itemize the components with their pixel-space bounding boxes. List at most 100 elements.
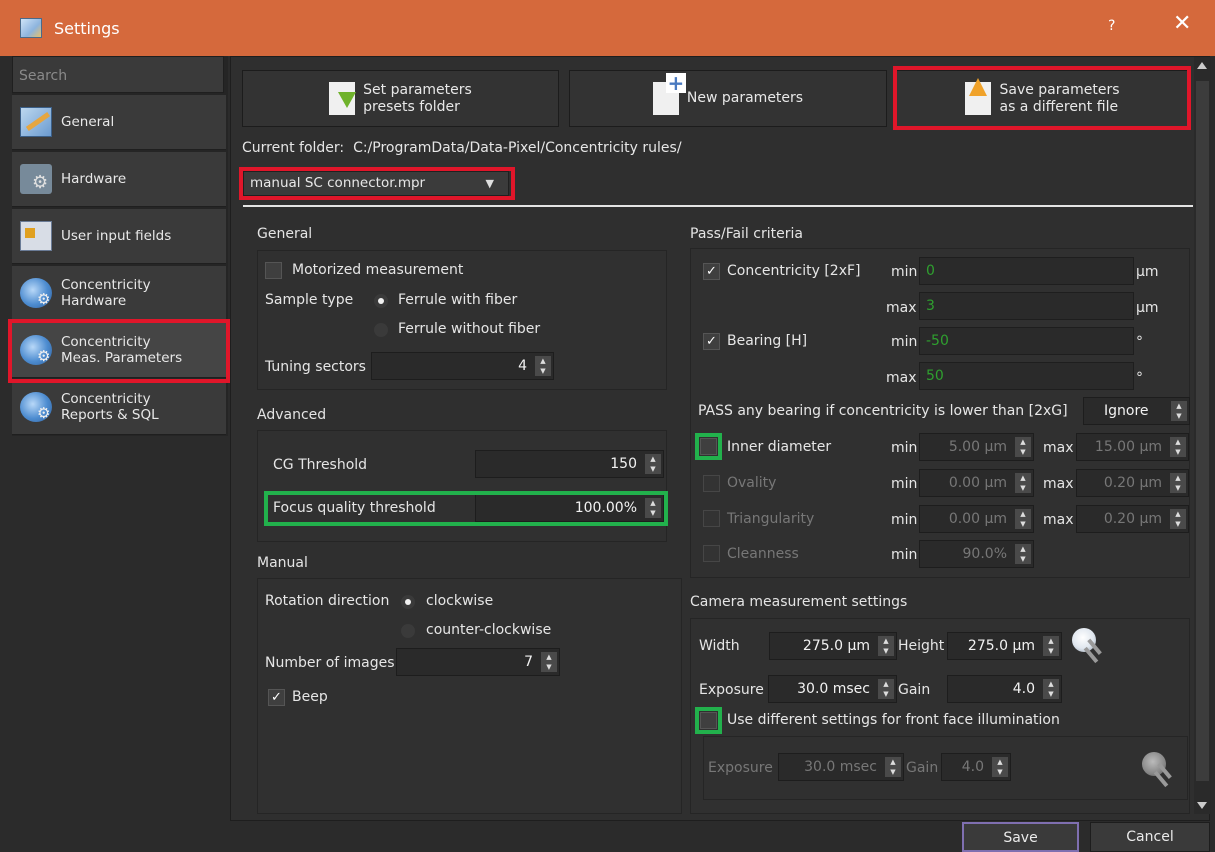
concentricity-checkbox[interactable]: ✓ — [703, 263, 720, 280]
bearing-checkbox[interactable]: ✓ — [703, 333, 720, 350]
front-face-illumination-label: Use different settings for front face il… — [727, 712, 1060, 728]
ovality-label: Ovality — [727, 475, 777, 491]
beep-checkbox[interactable]: ✓ — [268, 689, 285, 706]
triangularity-max-label: max — [1043, 512, 1074, 528]
motorized-measurement-label: Motorized measurement — [292, 262, 464, 278]
concentricity-min-input[interactable]: 0 — [919, 257, 1134, 285]
bearing-max-label: max — [886, 370, 917, 386]
motorized-measurement-checkbox[interactable] — [265, 262, 282, 279]
triangularity-max-spinbox[interactable]: 0.20 µm — [1076, 505, 1189, 533]
height-spinbox[interactable]: 275.0 µm — [947, 632, 1062, 660]
inner-diameter-min-spinbox[interactable]: 5.00 µm — [919, 433, 1034, 461]
width-spinbox[interactable]: 275.0 µm — [769, 632, 897, 660]
highlight-box-active-item — [8, 319, 230, 383]
led-light-icon — [1068, 626, 1108, 666]
section-title-camera: Camera measurement settings — [690, 594, 908, 610]
inner-diameter-max-spinbox[interactable]: 15.00 µm — [1076, 433, 1189, 461]
folder-download-icon — [329, 82, 357, 115]
ovality-checkbox[interactable] — [703, 475, 720, 492]
new-parameters-button[interactable]: New parameters — [569, 70, 887, 127]
bearing-label: Bearing [H] — [727, 333, 808, 349]
settings-app-icon — [20, 18, 42, 38]
gain-label: Gain — [898, 682, 931, 698]
current-folder-path: C:/ProgramData/Data-Pixel/Concentricity … — [353, 140, 682, 156]
cg-threshold-label: CG Threshold — [273, 457, 368, 473]
clockwise-label: clockwise — [426, 593, 494, 609]
ff-gain-spinbox[interactable]: 4.0 — [941, 753, 1011, 781]
vertical-scrollbar[interactable] — [1194, 57, 1211, 814]
bearing-min-label: min — [891, 334, 918, 350]
section-title-general: General — [257, 226, 313, 242]
pass-any-bearing-spinbox[interactable]: Ignore — [1083, 397, 1190, 425]
hardware-gear-icon — [20, 164, 52, 194]
ovality-max-label: max — [1043, 476, 1074, 492]
triangularity-checkbox[interactable] — [703, 510, 720, 527]
ferrule-with-fiber-label: Ferrule with fiber — [398, 292, 518, 308]
cleanness-min-spinbox[interactable]: 90.0% — [919, 540, 1034, 568]
section-title-advanced: Advanced — [257, 407, 327, 423]
inner-diameter-min-label: min — [891, 440, 918, 456]
close-button[interactable]: ✕ — [1173, 13, 1191, 35]
sidebar-item-concentricity-hardware[interactable]: Concentricity Hardware — [12, 266, 226, 321]
concentricity-icon — [20, 278, 52, 308]
section-title-manual: Manual — [257, 555, 308, 571]
sidebar-item-hardware[interactable]: Hardware — [12, 152, 226, 207]
ff-exposure-spinbox[interactable]: 30.0 msec — [778, 753, 904, 781]
tuning-sectors-label: Tuning sectors — [265, 359, 366, 375]
sidebar-item-concentricity-reports-sql[interactable]: Concentricity Reports & SQL — [12, 380, 226, 435]
set-presets-folder-button[interactable]: Set parameters presets folder — [242, 70, 559, 127]
title-bar: Settings ? ✕ — [0, 0, 1215, 56]
inner-diameter-label: Inner diameter — [727, 439, 832, 455]
rotation-direction-label: Rotation direction — [265, 593, 390, 609]
save-button[interactable]: Save — [962, 822, 1079, 852]
sidebar-item-label: General — [61, 114, 115, 130]
number-of-images-spinbox[interactable]: 7 — [396, 648, 560, 676]
cancel-button[interactable]: Cancel — [1090, 822, 1210, 852]
scroll-down-icon[interactable] — [1197, 802, 1207, 809]
radio-clockwise[interactable] — [401, 595, 415, 609]
help-button[interactable]: ? — [1108, 18, 1115, 34]
triangularity-min-label: min — [891, 512, 918, 528]
section-title-pass-fail: Pass/Fail criteria — [690, 226, 803, 242]
highlight-box-inner-diameter — [695, 433, 722, 460]
tuning-sectors-spinbox[interactable]: 4 — [371, 352, 554, 380]
beep-label: Beep — [292, 689, 328, 705]
bearing-max-unit: ° — [1136, 370, 1143, 386]
inner-diameter-max-label: max — [1043, 440, 1074, 456]
sidebar-item-label: User input fields — [61, 228, 172, 244]
exposure-spinbox[interactable]: 30.0 msec — [768, 675, 897, 703]
width-label: Width — [699, 638, 740, 654]
radio-ferrule-without-fiber[interactable] — [374, 323, 388, 337]
cleanness-label: Cleanness — [727, 546, 799, 562]
scroll-thumb[interactable] — [1196, 81, 1209, 781]
highlight-box-save-as — [893, 66, 1191, 130]
concentricity-icon — [20, 392, 52, 422]
height-label: Height — [898, 638, 945, 654]
radio-ferrule-with-fiber[interactable] — [374, 294, 388, 308]
bearing-min-input[interactable]: -50 — [919, 327, 1134, 355]
highlight-box-preset-file — [239, 167, 515, 200]
new-parameters-label: New parameters — [686, 90, 804, 106]
cleanness-checkbox[interactable] — [703, 545, 720, 562]
bearing-max-input[interactable]: 50 — [919, 362, 1134, 390]
search-input[interactable]: Search — [12, 56, 224, 93]
sidebar-item-general[interactable]: General — [12, 95, 226, 150]
cleanness-min-label: min — [891, 547, 918, 563]
sidebar-item-label: Concentricity Reports & SQL — [61, 391, 159, 423]
gain-spinbox[interactable]: 4.0 — [947, 675, 1062, 703]
scroll-up-icon[interactable] — [1197, 62, 1207, 69]
cg-threshold-spinbox[interactable]: 150 — [475, 450, 664, 478]
current-folder: Current folder: C:/ProgramData/Data-Pixe… — [242, 140, 682, 156]
sidebar-item-label: Hardware — [61, 171, 127, 187]
ovality-min-label: min — [891, 476, 918, 492]
triangularity-min-spinbox[interactable]: 0.00 µm — [919, 505, 1034, 533]
ovality-min-spinbox[interactable]: 0.00 µm — [919, 469, 1034, 497]
sidebar-item-user-input-fields[interactable]: User input fields — [12, 209, 226, 264]
highlight-box-front-face — [695, 707, 722, 734]
ovality-max-spinbox[interactable]: 0.20 µm — [1076, 469, 1189, 497]
radio-counter-clockwise[interactable] — [401, 624, 415, 638]
concentricity-max-input[interactable]: 3 — [919, 292, 1134, 320]
concentricity-min-unit: µm — [1136, 264, 1159, 280]
window-title: Settings — [54, 18, 120, 38]
current-folder-label: Current folder: — [242, 140, 345, 156]
